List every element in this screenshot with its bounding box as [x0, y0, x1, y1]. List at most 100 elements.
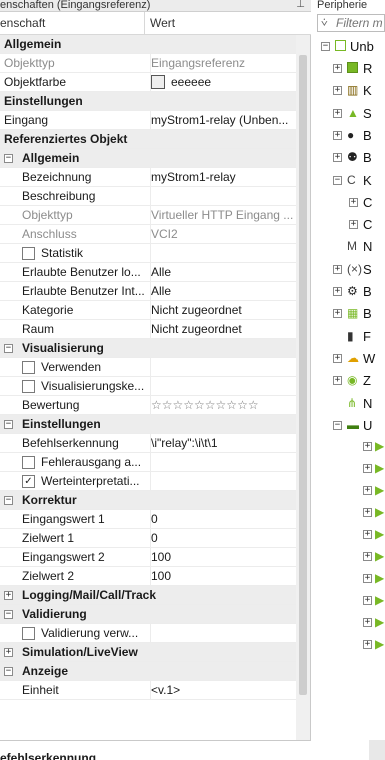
vertical-scrollbar[interactable]	[296, 35, 310, 740]
expand-icon[interactable]: +	[363, 530, 372, 539]
expand-icon[interactable]: +	[333, 353, 342, 363]
tree-node[interactable]: + ⚉ B	[333, 151, 385, 170]
tree-node[interactable]: + ◉ Z	[333, 374, 385, 393]
tree-node[interactable]: + ● B	[333, 128, 385, 148]
property-value[interactable]: VCI2	[150, 225, 294, 244]
property-check-row[interactable]: Validierung verw...	[0, 624, 296, 643]
expand-icon[interactable]: +	[363, 442, 372, 451]
subsection-header[interactable]: + Logging/Mail/Call/Track	[0, 586, 296, 605]
subsection-header[interactable]: − Validierung	[0, 605, 296, 624]
tree-child-node[interactable]: + ▶	[363, 484, 385, 503]
expand-icon[interactable]: +	[4, 648, 13, 657]
filter-input[interactable]	[336, 16, 384, 30]
tree-node[interactable]: + ▥ K	[333, 84, 385, 103]
expand-icon[interactable]: +	[333, 376, 342, 386]
property-check-row[interactable]: Visualisierungske...	[0, 377, 296, 396]
expand-icon[interactable]: +	[333, 264, 342, 274]
property-row[interactable]: Zielwert 1 0	[0, 529, 296, 548]
collapse-icon[interactable]: −	[4, 420, 13, 429]
tree-node[interactable]: ⋔ N	[333, 396, 385, 416]
collapse-icon[interactable]: −	[4, 667, 13, 676]
expand-icon[interactable]: +	[333, 309, 342, 319]
expand-icon[interactable]: +	[349, 197, 358, 207]
property-check-row[interactable]: Fehlerausgang a...	[0, 453, 296, 472]
expand-icon[interactable]: +	[363, 486, 372, 495]
property-check-row[interactable]: ✓ Werteinterpretati...	[0, 472, 296, 491]
subsection-header[interactable]: − Allgemein	[0, 149, 296, 168]
tree-node[interactable]: + ▦ B	[333, 307, 385, 326]
color-swatch[interactable]	[151, 74, 165, 89]
property-row[interactable]: Zielwert 2 100	[0, 567, 296, 586]
pin-icon[interactable]: ⊥	[296, 0, 305, 10]
property-value[interactable]: 100	[150, 567, 294, 586]
subsection-header[interactable]: + Simulation/LiveView	[0, 643, 296, 662]
tree-node[interactable]: + C	[349, 196, 385, 215]
tree-node[interactable]: + (×) S	[333, 262, 385, 282]
subsection-header[interactable]: − Korrektur	[0, 491, 296, 510]
column-header-value[interactable]: Wert	[150, 12, 290, 35]
property-row[interactable]: Kategorie Nicht zugeordnet	[0, 301, 296, 320]
property-value[interactable]: <v.1>	[150, 681, 294, 700]
property-row[interactable]: Einheit <v.1>	[0, 681, 296, 700]
tree-node[interactable]: + ☁ W	[333, 351, 385, 371]
property-row[interactable]: Bezeichnung myStrom1-relay	[0, 168, 296, 187]
property-value[interactable]: Alle	[150, 263, 294, 282]
property-value[interactable]	[150, 624, 294, 643]
tree-node[interactable]: + C	[349, 218, 385, 237]
expand-icon[interactable]: +	[363, 574, 372, 583]
property-row[interactable]: Raum Nicht zugeordnet	[0, 320, 296, 339]
expand-icon[interactable]: +	[349, 220, 358, 230]
section-header[interactable]: Einstellungen	[0, 92, 296, 111]
property-check-row[interactable]: Verwenden	[0, 358, 296, 377]
section-header[interactable]: Referenziertes Objekt	[0, 130, 296, 149]
checkbox[interactable]	[22, 627, 35, 640]
property-value[interactable]: 0	[150, 529, 294, 548]
rating-stars[interactable]: ☆☆☆☆☆☆☆☆☆☆	[151, 398, 259, 412]
expand-icon[interactable]: +	[363, 640, 372, 649]
property-value[interactable]: Nicht zugeordnet	[150, 301, 294, 320]
property-value[interactable]: Alle	[150, 282, 294, 301]
tree-child-node[interactable]: + ▶	[363, 528, 385, 547]
subsection-header[interactable]: − Anzeige	[0, 662, 296, 681]
checkbox[interactable]	[22, 247, 35, 260]
property-value[interactable]: eeeeee	[150, 73, 294, 92]
section-header[interactable]: Allgemein	[0, 35, 296, 54]
property-row[interactable]: Bewertung ☆☆☆☆☆☆☆☆☆☆	[0, 396, 296, 415]
checkbox[interactable]	[22, 380, 35, 393]
property-value[interactable]	[150, 244, 294, 263]
tree-child-node[interactable]: + ▶	[363, 638, 385, 657]
peripherie-scroll[interactable]	[369, 740, 385, 760]
collapse-icon[interactable]: −	[4, 154, 13, 163]
tree-child-node[interactable]: + ▶	[363, 594, 385, 613]
subsection-header[interactable]: − Einstellungen	[0, 415, 296, 434]
property-row[interactable]: Beschreibung	[0, 187, 296, 206]
expand-icon[interactable]: +	[333, 86, 342, 96]
expand-icon[interactable]: +	[333, 130, 342, 140]
expand-icon[interactable]: +	[4, 591, 13, 600]
property-row[interactable]: Befehlserkennung \i"relay":\i\t\1	[0, 434, 296, 453]
tree-node[interactable]: + ▲ S	[333, 106, 385, 126]
expand-icon[interactable]: +	[333, 287, 342, 296]
peripherie-filter[interactable]: ⩒	[317, 14, 385, 32]
scrollbar-thumb[interactable]	[299, 55, 307, 695]
property-value[interactable]: 100	[150, 548, 294, 567]
expand-icon[interactable]: +	[363, 552, 372, 561]
property-value[interactable]: Virtueller HTTP Eingang ...	[150, 206, 294, 225]
expand-icon[interactable]: +	[363, 596, 372, 605]
checkbox[interactable]	[22, 361, 35, 374]
collapse-icon[interactable]: −	[333, 420, 342, 430]
property-value[interactable]: Nicht zugeordnet	[150, 320, 294, 339]
property-value[interactable]	[150, 472, 294, 491]
subsection-header[interactable]: − Visualisierung	[0, 339, 296, 358]
tree-child-node[interactable]: + ▶	[363, 616, 385, 635]
expand-icon[interactable]: +	[363, 508, 372, 517]
checkbox[interactable]: ✓	[22, 475, 35, 488]
property-row[interactable]: Eingangswert 1 0	[0, 510, 296, 529]
property-row[interactable]: Objekttyp Virtueller HTTP Eingang ...	[0, 206, 296, 225]
tree-node[interactable]: ▮ F	[333, 329, 385, 349]
property-value[interactable]	[150, 187, 294, 206]
property-value[interactable]	[150, 453, 294, 472]
tree-child-node[interactable]: + ▶	[363, 550, 385, 569]
column-header-property[interactable]: enschaft	[0, 12, 145, 35]
property-row[interactable]: Objektfarbe eeeeee	[0, 73, 296, 92]
